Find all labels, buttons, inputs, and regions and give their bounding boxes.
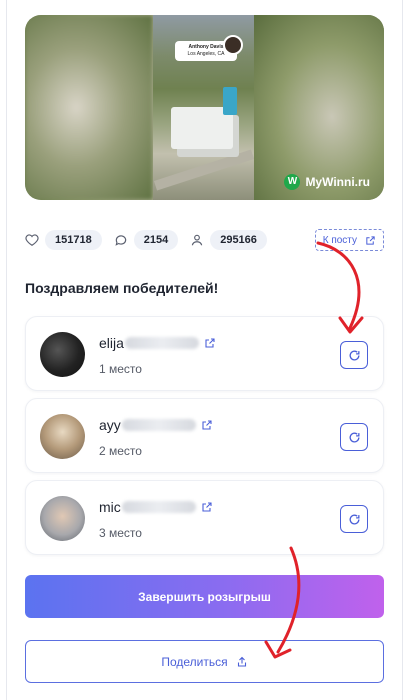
user-icon (190, 233, 204, 247)
comment-icon (114, 233, 128, 247)
avatar (40, 332, 85, 377)
brand-logo-icon: W (284, 174, 301, 190)
username-blur-mask (121, 501, 196, 513)
external-link-icon (366, 235, 375, 245)
comments-count: 2154 (133, 230, 179, 250)
blurred-background-left (25, 15, 153, 200)
reroll-button[interactable] (340, 505, 368, 533)
username-blur-mask (121, 419, 196, 431)
pool-shape (223, 87, 237, 115)
post-photo: Anthony Davis Los Angeles, CA (153, 15, 255, 200)
winner-username[interactable]: ayy (99, 417, 213, 433)
heart-icon (25, 233, 39, 247)
brand-watermark: W MyWinni.ru (284, 174, 370, 190)
external-link-icon[interactable] (204, 337, 216, 349)
author-avatar (223, 35, 243, 55)
winner-place: 1 место (99, 362, 142, 376)
winner-card-1: elija 1 место (25, 316, 384, 391)
blurred-background-right (254, 15, 384, 200)
username-text: mic (99, 499, 121, 515)
share-label: Поделиться (161, 654, 228, 669)
winner-card-2: ayy 2 место (25, 398, 384, 473)
share-button[interactable]: Поделиться (25, 640, 384, 683)
congrats-title: Поздравляем победителей! (25, 280, 219, 296)
go-to-post-label: К посту (322, 234, 357, 246)
winner-username[interactable]: elija (99, 335, 216, 351)
reroll-button[interactable] (340, 423, 368, 451)
winner-card-3: mic 3 место (25, 480, 384, 555)
winner-place: 3 место (99, 526, 142, 540)
road-shape (153, 149, 255, 191)
winner-place: 2 место (99, 444, 142, 458)
share-icon (237, 656, 246, 667)
avatar (40, 496, 85, 541)
finish-giveaway-button[interactable]: Завершить розыгрыш (25, 575, 384, 618)
external-link-icon[interactable] (201, 419, 213, 431)
username-text: elija (99, 335, 124, 351)
participants-count: 295166 (210, 230, 267, 250)
username-blur-mask (124, 337, 199, 349)
likes-count: 151718 (45, 230, 102, 250)
go-to-post-link[interactable]: К посту (314, 229, 384, 251)
username-text: ayy (99, 417, 121, 433)
post-image: Anthony Davis Los Angeles, CA W MyWinni.… (25, 15, 384, 200)
brand-text: MyWinni.ru (305, 175, 370, 189)
reroll-button[interactable] (340, 341, 368, 369)
tag-location: Los Angeles, CA (187, 51, 225, 57)
refresh-icon (349, 350, 359, 360)
post-stats: 151718 2154 295166 К посту (25, 229, 385, 251)
avatar (40, 414, 85, 459)
refresh-icon (349, 514, 359, 524)
external-link-icon[interactable] (201, 501, 213, 513)
refresh-icon (349, 432, 359, 442)
winner-username[interactable]: mic (99, 499, 213, 515)
